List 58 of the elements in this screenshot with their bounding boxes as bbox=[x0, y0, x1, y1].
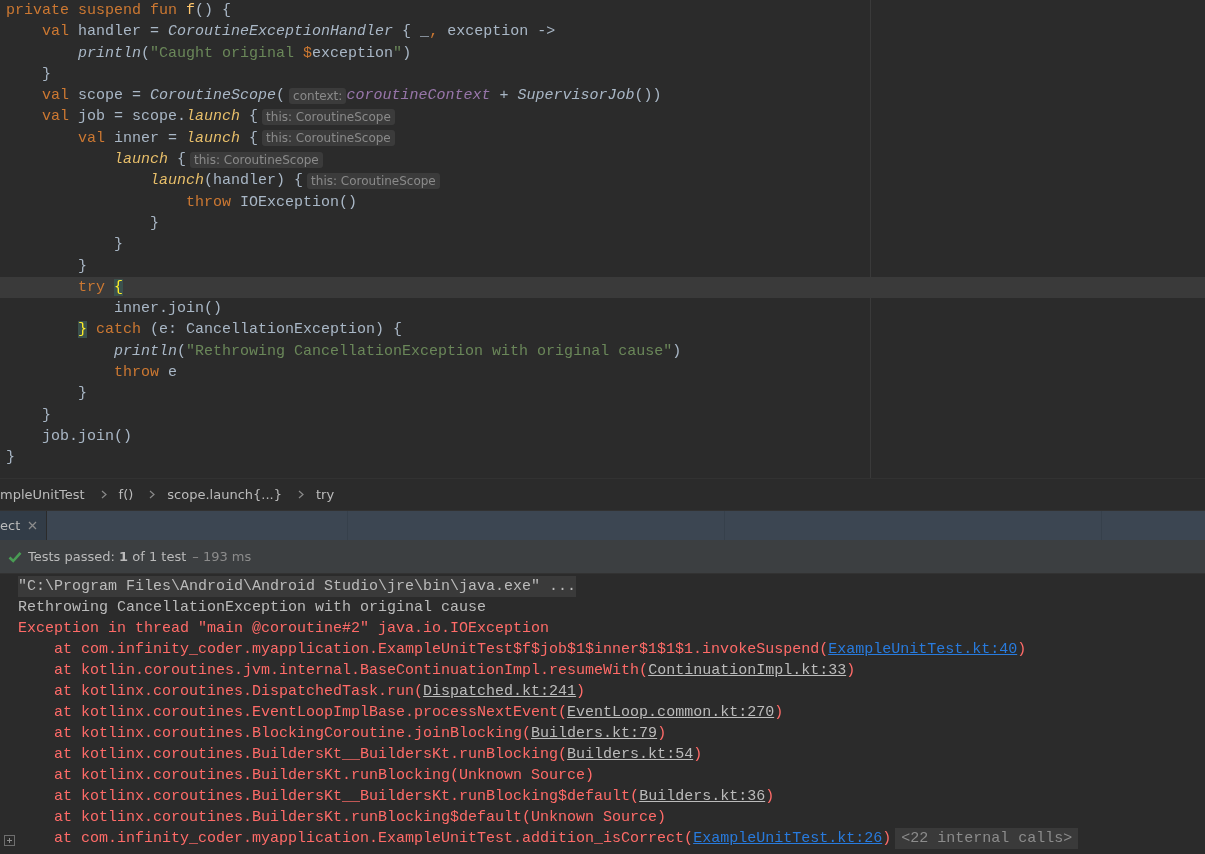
breadcrumb[interactable]: mpleUnitTest bbox=[0, 487, 85, 502]
code-text: } bbox=[114, 235, 124, 256]
code-text: } bbox=[78, 384, 88, 405]
chevron-icon bbox=[100, 490, 107, 499]
code-text: } bbox=[78, 256, 88, 277]
console-line: Exception in thread "main @coroutine#2" java.io.IOException bbox=[18, 619, 550, 639]
console-line: at kotlin.coroutines.jvm.internal.BaseContinuationImpl.resumeWith(ContinuationImpl.kt:33) bbox=[54, 661, 856, 681]
console-line: at kotlinx.coroutines.EventLoopImplBase.processNextEvent(EventLoop.common.kt:270) bbox=[54, 703, 784, 723]
source-link[interactable]: Builders.kt:54 bbox=[567, 746, 694, 763]
test-summary: Tests passed: 1 of 1 test bbox=[28, 549, 187, 564]
code-text: println("Rethrowing CancellationException with original cause") bbox=[114, 341, 682, 362]
code-text: throw IOException() bbox=[186, 192, 358, 213]
code-text: throw e bbox=[114, 363, 178, 384]
console-line: Rethrowing CancellationException with original cause bbox=[18, 598, 487, 618]
tool-tab[interactable]: ect bbox=[0, 511, 47, 540]
breadcrumb[interactable]: try bbox=[315, 487, 335, 502]
console-line: at com.infinity_coder.myapplication.ExampleUnitTest.addition_isCorrect(ExampleUnitTest.kt:26) bbox=[54, 829, 892, 849]
inlay-hint: this: CoroutineScope bbox=[262, 130, 395, 147]
breadcrumb[interactable]: f() bbox=[118, 487, 134, 502]
inlay-hint: this: CoroutineScope bbox=[307, 173, 440, 189]
expand-icon bbox=[4, 835, 15, 846]
source-link[interactable]: ContinuationImpl.kt:33 bbox=[648, 662, 847, 679]
console-line: at kotlinx.coroutines.BuildersKt__BuildersKt.runBlocking$default(Builders.kt:36) bbox=[54, 787, 775, 807]
breadcrumb[interactable]: scope.launch{...} bbox=[167, 487, 282, 502]
code-text: } bbox=[150, 213, 160, 234]
console-line: at kotlinx.coroutines.BuildersKt__BuildersKt.runBlocking(Builders.kt:54) bbox=[54, 745, 703, 765]
close-icon bbox=[28, 521, 38, 530]
console-line: at kotlinx.coroutines.DispatchedTask.run(Dispatched.kt:241) bbox=[54, 682, 586, 702]
console-line: at com.infinity_coder.myapplication.ExampleUnitTest$f$job$1$inner$1$1$1.invokeSuspend(ExampleUnitTest.kt:40) bbox=[54, 640, 1027, 660]
code-text: val scope = CoroutineScope( bbox=[42, 86, 286, 107]
code-text: try { bbox=[78, 277, 124, 298]
source-link[interactable]: Builders.kt:36 bbox=[639, 788, 766, 805]
code-text: job.join() bbox=[42, 426, 133, 447]
code-text: coroutineContext + SupervisorJob()) bbox=[346, 86, 662, 107]
code-text: } bbox=[42, 64, 52, 85]
inlay-hint: this: CoroutineScope bbox=[262, 109, 395, 126]
code-text: private suspend fun f() { bbox=[6, 1, 232, 21]
code-text: } bbox=[6, 448, 15, 469]
code-text: } bbox=[42, 405, 52, 426]
test-duration: – 193 ms bbox=[192, 549, 252, 564]
source-link[interactable]: Builders.kt:79 bbox=[531, 725, 658, 742]
code-text: val inner = launch { bbox=[78, 128, 259, 149]
code-text: launch { bbox=[114, 150, 187, 171]
inlay-hint: context: bbox=[289, 87, 347, 104]
console-line: at kotlinx.coroutines.BlockingCoroutine.joinBlocking(Builders.kt:79) bbox=[54, 724, 667, 744]
code-text: launch(handler) { bbox=[150, 171, 304, 192]
console-line: at kotlinx.coroutines.BuildersKt.runBlocking(Unknown Source) bbox=[54, 766, 595, 786]
source-link[interactable]: Dispatched.kt:241 bbox=[423, 683, 577, 700]
console-line: at kotlinx.coroutines.BuildersKt.runBlocking$default(Unknown Source) bbox=[54, 808, 667, 828]
code-text: } catch (e: CancellationException) { bbox=[78, 320, 403, 341]
code-text: inner.join() bbox=[114, 299, 223, 320]
chevron-icon bbox=[297, 490, 304, 499]
code-text: println("Caught original $exception") bbox=[78, 43, 412, 64]
chevron-icon bbox=[149, 490, 156, 499]
code-text: val job = scope.launch { bbox=[42, 107, 259, 128]
code-text: val handler = CoroutineExceptionHandler { _, exception -> bbox=[42, 22, 556, 43]
source-link[interactable]: EventLoop.common.kt:270 bbox=[567, 704, 775, 721]
inlay-hint: this: CoroutineScope bbox=[190, 151, 323, 168]
